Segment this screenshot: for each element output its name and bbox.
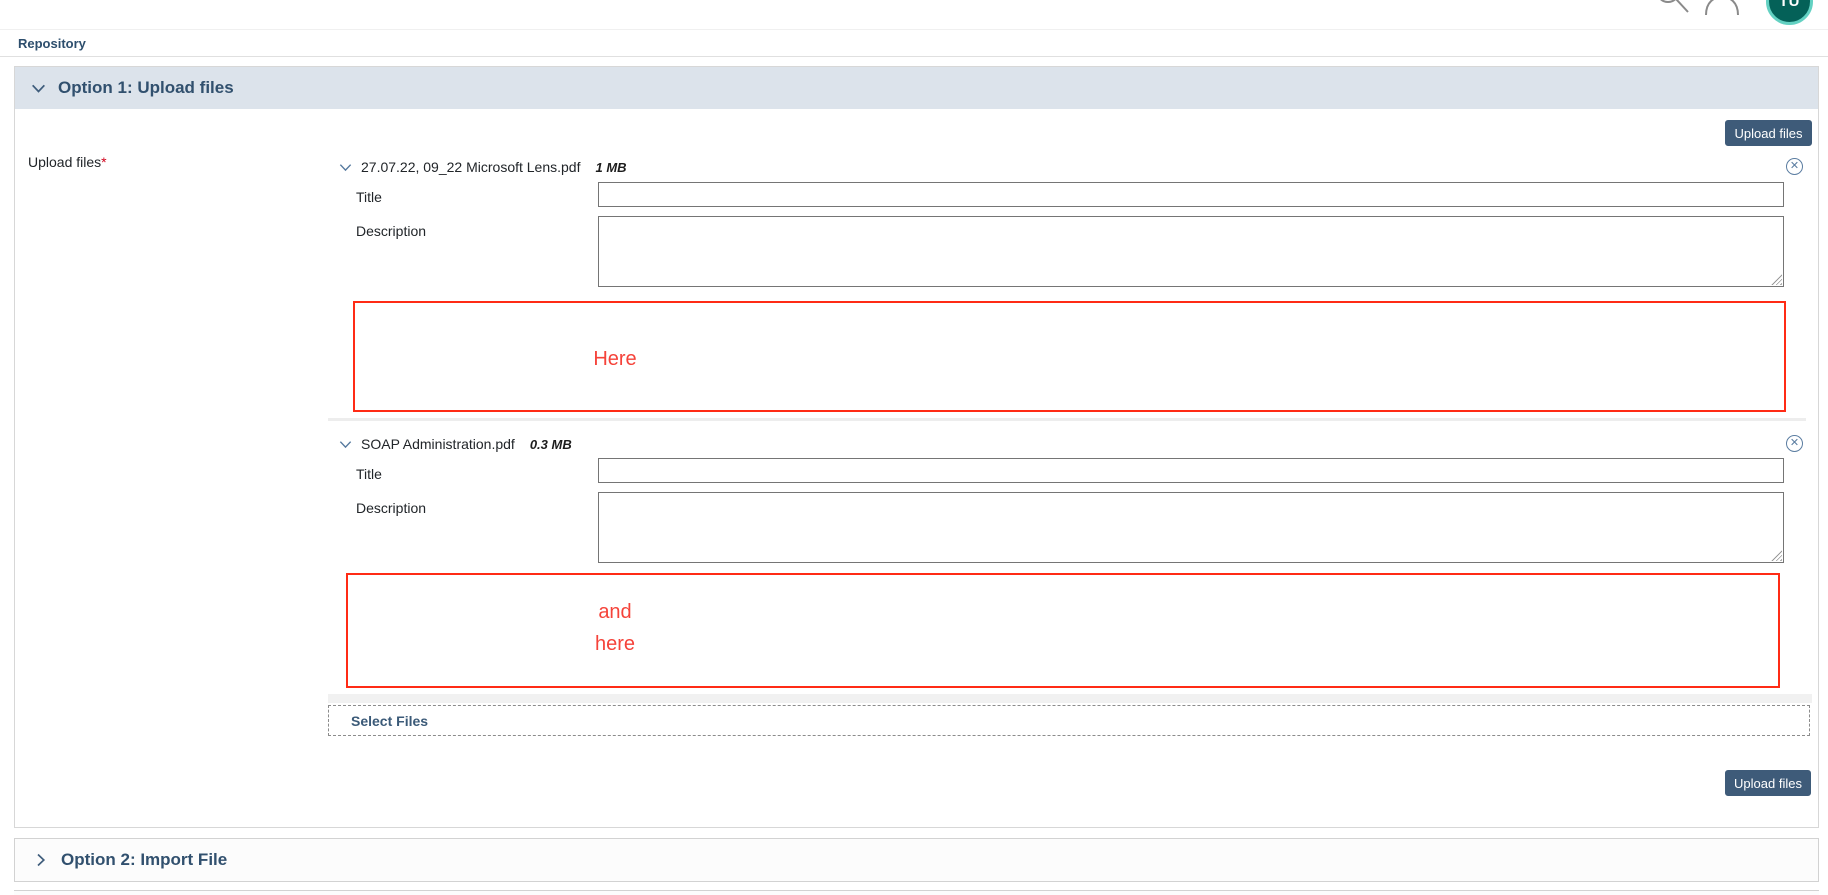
file-separator xyxy=(328,418,1806,421)
chevron-down-icon[interactable] xyxy=(338,437,353,452)
page: TU Repository Option 1: Upload files Upl… xyxy=(0,0,1828,895)
avatar-initials: TU xyxy=(1779,0,1800,10)
search-icon[interactable] xyxy=(1652,0,1692,16)
upload-files-field-label: Upload files* xyxy=(28,154,107,170)
breadcrumb-repository[interactable]: Repository xyxy=(18,36,86,51)
file-size: 0.3 MB xyxy=(530,437,572,452)
chevron-down-icon[interactable] xyxy=(338,160,353,175)
file-name: SOAP Administration.pdf xyxy=(361,436,515,452)
dropzone-top-strip xyxy=(328,694,1812,703)
description-textarea[interactable] xyxy=(598,216,1784,287)
import-section-header[interactable]: Option 2: Import File xyxy=(14,838,1819,882)
select-files-label: Select Files xyxy=(351,713,428,729)
title-label: Title xyxy=(356,466,382,482)
annotation-text-2: and here xyxy=(555,596,675,660)
annotation-text-2-line1: and xyxy=(555,596,675,628)
chevron-down-icon xyxy=(30,80,47,97)
required-marker: * xyxy=(101,154,106,170)
description-label: Description xyxy=(356,223,426,239)
file-name: 27.07.22, 09_22 Microsoft Lens.pdf xyxy=(361,159,580,175)
description-label: Description xyxy=(356,500,426,516)
file-entry-header-2: SOAP Administration.pdf 0.3 MB xyxy=(338,434,572,454)
remove-file-button[interactable]: ✕ xyxy=(1786,158,1803,175)
next-section-edge xyxy=(14,890,1819,895)
breadcrumb: Repository xyxy=(0,29,1828,57)
title-input[interactable] xyxy=(598,458,1784,483)
annotation-text-2-line2: here xyxy=(555,628,675,660)
avatar[interactable]: TU xyxy=(1766,0,1813,25)
file-size: 1 MB xyxy=(595,160,626,175)
title-input[interactable] xyxy=(598,182,1784,207)
annotation-text-1: Here xyxy=(555,343,675,375)
title-label: Title xyxy=(356,189,382,205)
upload-files-button-top[interactable]: Upload files xyxy=(1725,120,1812,146)
remove-file-button[interactable]: ✕ xyxy=(1786,435,1803,452)
chevron-right-icon xyxy=(33,852,49,868)
upload-files-field-label-text: Upload files xyxy=(28,154,101,170)
user-icon[interactable] xyxy=(1700,0,1744,16)
description-textarea[interactable] xyxy=(598,492,1784,563)
upload-section-header[interactable]: Option 1: Upload files xyxy=(15,67,1818,109)
upload-files-button-bottom[interactable]: Upload files xyxy=(1725,770,1811,796)
file-entry-header-1: 27.07.22, 09_22 Microsoft Lens.pdf 1 MB xyxy=(338,157,627,177)
import-section-title: Option 2: Import File xyxy=(61,850,227,870)
upload-section-title: Option 1: Upload files xyxy=(58,78,234,98)
select-files-dropzone[interactable]: Select Files xyxy=(328,705,1810,736)
